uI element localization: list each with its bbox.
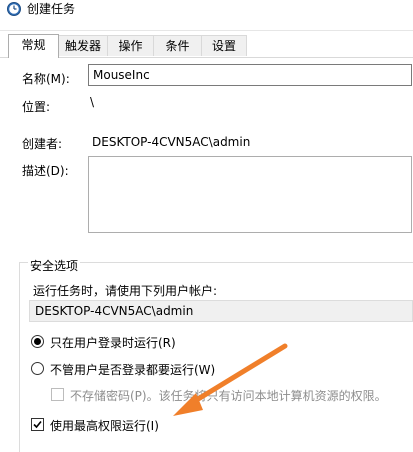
name-input[interactable]: MouseInc [88,64,412,86]
title-bar: 创建任务 [0,0,413,31]
user-account-field: DESKTOP-4CVN5AC\admin [29,300,413,322]
clock-icon [7,2,21,16]
tab-general[interactable]: 常规 [8,34,59,58]
author-value: DESKTOP-4CVN5AC\admin [92,135,251,149]
run-only-logged-on-label[interactable]: 只在用户登录时运行(R) [50,334,176,351]
tab-actions[interactable]: 操作 [107,35,154,56]
run-whether-logged-on-label[interactable]: 不管用户是否登录都要运行(W) [50,361,215,378]
run-whether-logged-on-radio[interactable] [31,362,44,375]
description-label: 描述(D): [22,164,69,178]
location-value: \ [90,95,95,109]
checkmark-icon [33,420,42,429]
do-not-store-password-checkbox[interactable] [51,388,64,401]
window-title: 创建任务 [27,2,76,16]
highest-privileges-label[interactable]: 使用最高权限运行(I) [50,417,159,434]
run-as-prompt: 运行任务时，请使用下列用户帐户: [33,284,218,298]
tab-settings[interactable]: 设置 [201,35,247,56]
name-label: 名称(M): [22,72,70,86]
security-options-legend: 安全选项 [28,257,81,274]
highest-privileges-checkbox[interactable] [31,418,44,431]
location-label: 位置: [22,100,51,114]
run-only-logged-on-radio[interactable] [31,335,44,348]
description-input[interactable] [88,156,412,233]
tab-conditions[interactable]: 条件 [153,35,202,56]
tab-triggers[interactable]: 触发器 [58,35,108,56]
do-not-store-password-label: 不存储密码(P)。该任务将只有访问本地计算机资源的权限。 [70,389,387,403]
author-label: 创建者: [22,137,63,151]
tab-strip: 常规 触发器 操作 条件 设置 [0,34,413,58]
radio-selected-dot [34,338,41,345]
